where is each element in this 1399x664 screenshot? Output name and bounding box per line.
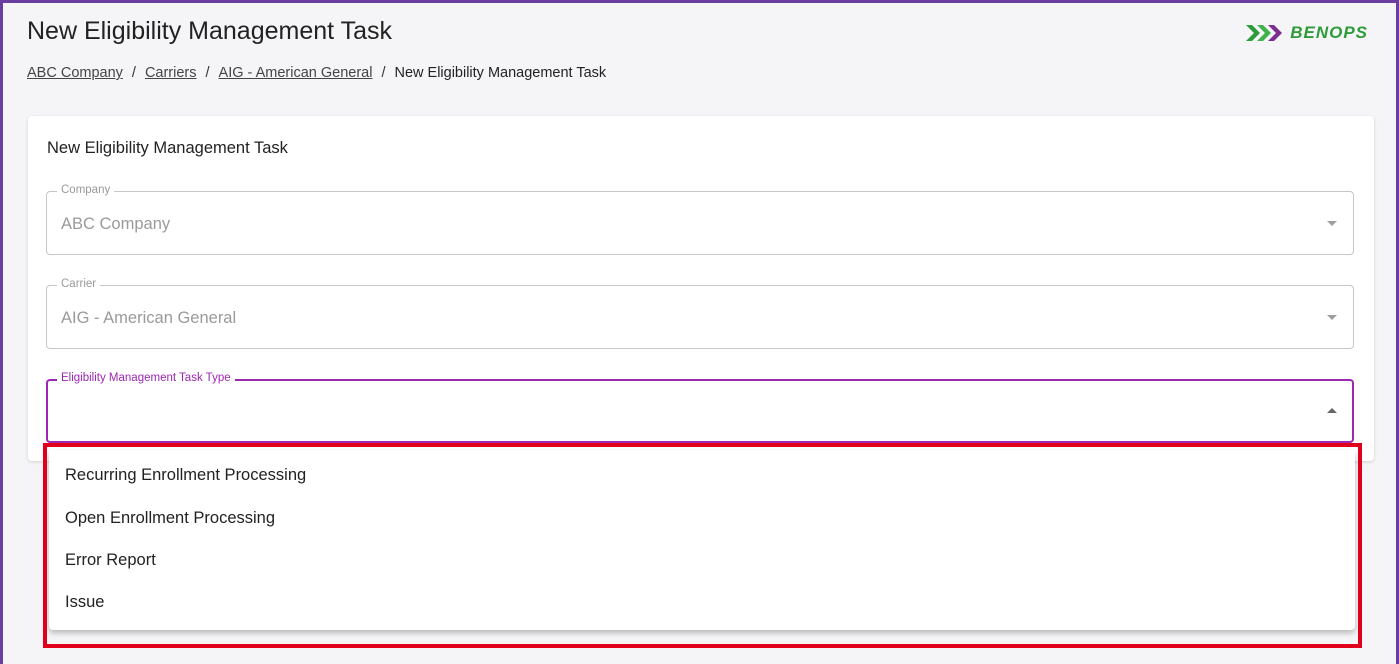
company-value: ABC Company [61,215,171,233]
benops-logo: BENOPS [1246,23,1368,43]
option-error-report[interactable]: Error Report [65,551,156,570]
breadcrumb-link-company[interactable]: ABC Company [27,65,123,81]
breadcrumb-separator: / [381,65,386,81]
caret-down-icon [1327,315,1337,320]
logo-text: BENOPS [1290,23,1368,42]
company-label: Company [57,184,115,196]
breadcrumb-current: New Eligibility Management Task [394,65,607,81]
form-title: New Eligibility Management Task [47,139,288,157]
breadcrumb-link-carriers[interactable]: Carriers [145,65,197,81]
task-type-label: Eligibility Management Task Type [57,372,235,384]
carrier-select[interactable]: Carrier AIG - American General [46,278,1354,349]
option-recurring-enrollment[interactable]: Recurring Enrollment Processing [65,466,306,485]
breadcrumb: ABC Company / Carriers / AIG - American … [27,65,606,81]
task-form-card: New Eligibility Management Task Company … [28,116,1374,461]
carrier-label: Carrier [57,278,101,290]
breadcrumb-separator: / [131,65,136,81]
option-issue[interactable]: Issue [65,593,104,612]
caret-up-icon[interactable] [1327,408,1337,413]
option-open-enrollment[interactable]: Open Enrollment Processing [65,509,275,528]
breadcrumb-link-carrier[interactable]: AIG - American General [219,65,373,81]
carrier-value: AIG - American General [61,309,237,327]
page-title: New Eligibility Management Task [27,17,392,45]
task-type-select[interactable]: Eligibility Management Task Type [46,372,1354,443]
caret-down-icon [1327,221,1337,226]
company-select[interactable]: Company ABC Company [46,184,1354,255]
app-frame: New Eligibility Management Task BENOPS A… [0,0,1399,664]
breadcrumb-separator: / [205,65,210,81]
chevrons-icon [1246,25,1283,41]
task-type-dropdown: Recurring Enrollment Processing Open Enr… [49,450,1355,630]
